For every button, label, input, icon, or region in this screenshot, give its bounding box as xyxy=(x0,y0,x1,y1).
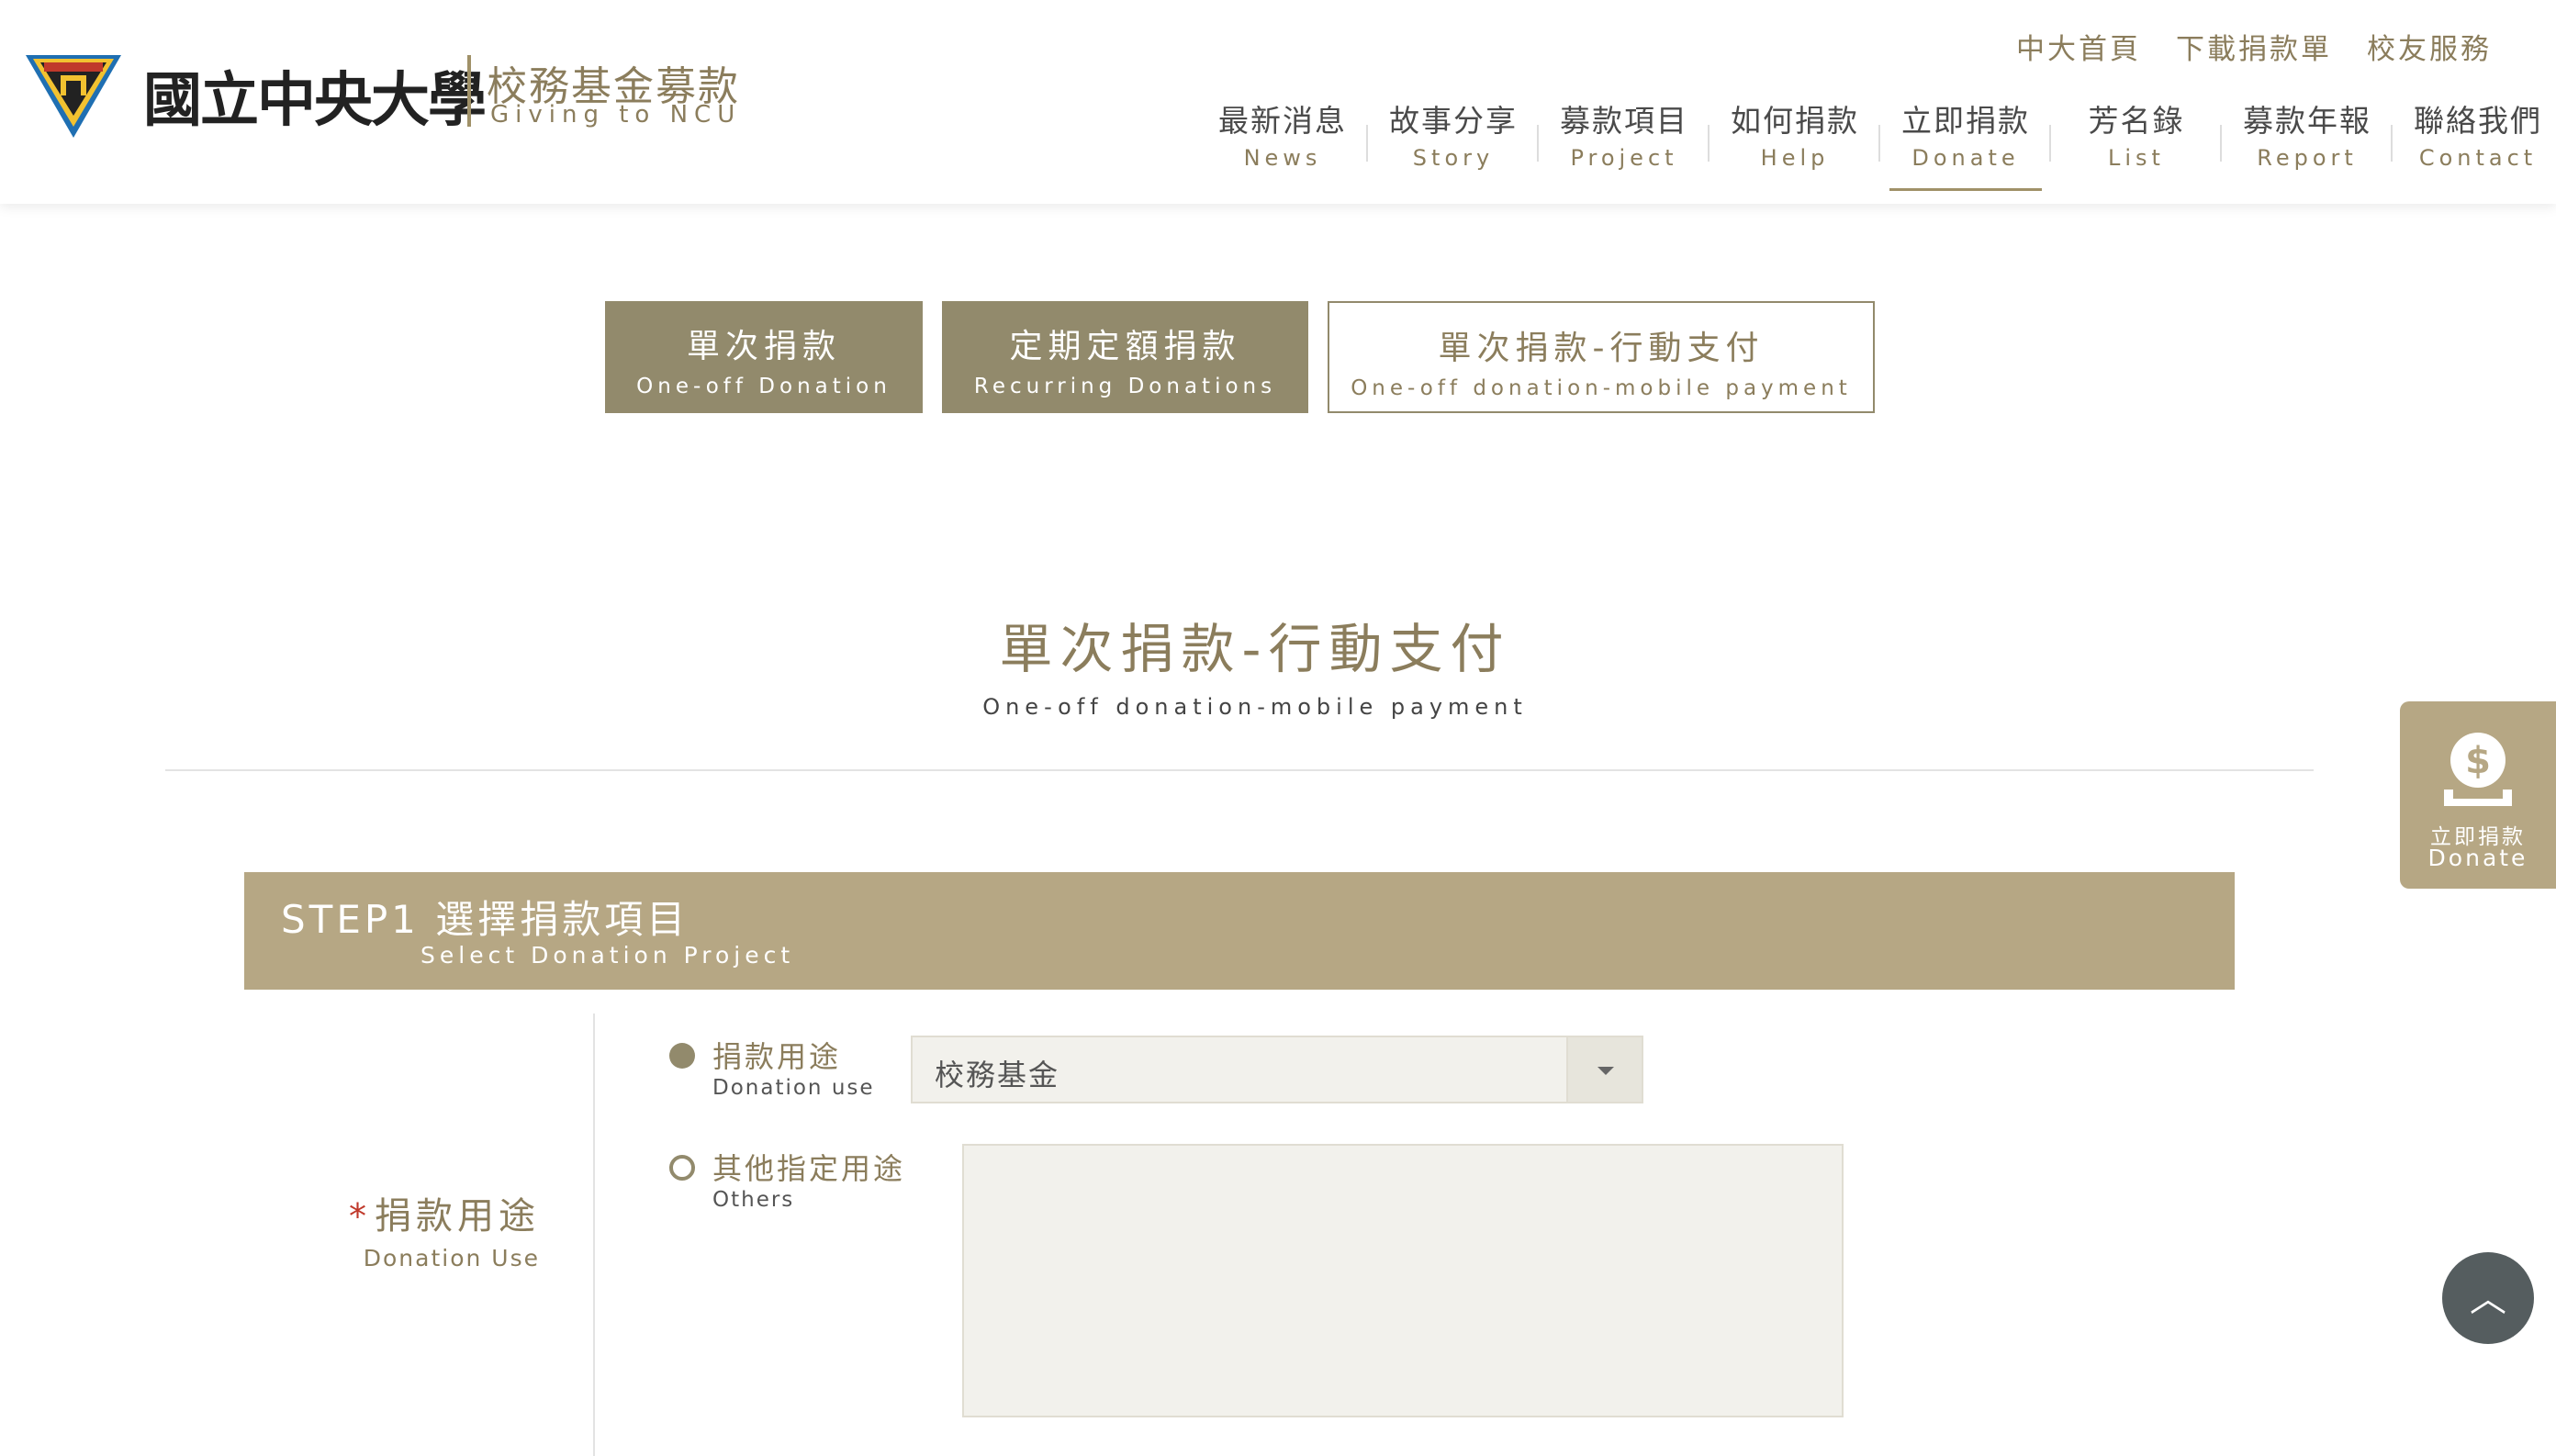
nav-label-cn: 芳名錄 xyxy=(2088,103,2185,139)
tab-label-cn: 定期定額捐款 xyxy=(1009,328,1241,365)
step1-header: STEP1 選擇捐款項目 Select Donation Project xyxy=(244,872,2235,990)
nav-item-donate[interactable]: 立即捐款 Donate xyxy=(1880,97,2051,191)
page-title-en: One-off donation-mobile payment xyxy=(982,694,1528,720)
tab-one-off-donation[interactable]: 單次捐款 One-off Donation xyxy=(605,301,923,413)
donation-type-tabs: 單次捐款 One-off Donation 定期定額捐款 Recurring D… xyxy=(0,301,2556,413)
donation-use-label-cn: * 捐款用途 xyxy=(349,1186,540,1239)
option-others-en: Others xyxy=(712,1188,795,1212)
tab-label-cn: 單次捐款 xyxy=(686,328,841,365)
donation-use-select[interactable]: 校務基金 xyxy=(911,1036,1643,1103)
tab-mobile-payment[interactable]: 單次捐款-行動支付 One-off donation-mobile paymen… xyxy=(1328,301,1875,413)
nav-label-cn: 募款項目 xyxy=(1560,103,1688,139)
radio-donation-use[interactable] xyxy=(669,1043,695,1069)
main-nav: 最新消息 News 故事分享 Story 募款項目 Project 如何捐款 H… xyxy=(1197,97,2556,191)
nav-label-en: List xyxy=(2108,145,2165,171)
ncu-logo-icon[interactable] xyxy=(24,51,123,140)
nav-item-help[interactable]: 如何捐款 Help xyxy=(1710,97,1880,189)
floating-donate-label-en: Donate xyxy=(2427,845,2528,871)
nav-item-list[interactable]: 芳名錄 List xyxy=(2051,97,2222,189)
radio-others[interactable] xyxy=(669,1155,695,1181)
site-subtitle-en[interactable]: Giving to NCU xyxy=(490,101,741,129)
select-value: 校務基金 xyxy=(935,1058,1060,1092)
tab-label-en: One-off donation-mobile payment xyxy=(1351,376,1852,400)
top-link-home[interactable]: 中大首頁 xyxy=(2016,26,2141,67)
form-divider xyxy=(593,1014,595,1456)
option-others-cn[interactable]: 其他指定用途 xyxy=(712,1146,905,1188)
nav-label-en: Project xyxy=(1570,145,1678,171)
donation-use-label: * 捐款用途 Donation Use xyxy=(349,1186,540,1271)
step1-title-en: Select Donation Project xyxy=(420,942,795,969)
donation-use-label-en: Donation Use xyxy=(363,1245,540,1271)
nav-label-en: Contact xyxy=(2418,145,2538,171)
back-to-top-button[interactable]: ︿ xyxy=(2442,1252,2534,1344)
nav-item-news[interactable]: 最新消息 News xyxy=(1197,97,1368,189)
nav-label-en: Story xyxy=(1412,145,1495,171)
page-title: 單次捐款-行動支付 One-off donation-mobile paymen… xyxy=(0,606,2556,720)
money-bag-icon: $ xyxy=(2444,733,2512,806)
chevron-up-icon: ︿ xyxy=(2470,1278,2506,1320)
donation-use-label-text: 捐款用途 xyxy=(375,1195,540,1238)
floating-donate-button[interactable]: $ 立即捐款 Donate xyxy=(2400,701,2556,889)
chevron-down-icon[interactable] xyxy=(1566,1037,1642,1102)
nav-item-story[interactable]: 故事分享 Story xyxy=(1368,97,1539,189)
option-donation-use-en: Donation use xyxy=(712,1076,875,1100)
nav-label-en: Help xyxy=(1760,145,1830,171)
required-star: * xyxy=(349,1196,371,1237)
nav-label-cn: 如何捐款 xyxy=(1731,103,1859,139)
svg-text:$: $ xyxy=(2465,740,2491,782)
nav-label-en: News xyxy=(1243,145,1322,171)
site-header: 國立中央大學 校務基金募款 Giving to NCU 中大首頁 下載捐款單 校… xyxy=(0,0,2556,204)
nav-label-en: Report xyxy=(2257,145,2358,171)
nav-label-cn: 最新消息 xyxy=(1218,103,1347,139)
tab-label-en: Recurring Donations xyxy=(973,375,1277,398)
nav-label-cn: 故事分享 xyxy=(1389,103,1518,139)
tab-label-en: One-off Donation xyxy=(636,375,891,398)
others-textarea[interactable] xyxy=(962,1144,1844,1417)
top-links: 中大首頁 下載捐款單 校友服務 xyxy=(2016,26,2492,67)
section-divider xyxy=(165,769,2314,771)
step1-title-cn: STEP1 選擇捐款項目 xyxy=(281,897,689,942)
nav-label-cn: 聯絡我們 xyxy=(2414,103,2542,139)
nav-label-cn: 立即捐款 xyxy=(1901,103,2030,139)
nav-item-contact[interactable]: 聯絡我們 Contact xyxy=(2393,97,2556,189)
top-link-alumni[interactable]: 校友服務 xyxy=(2367,26,2492,67)
tab-recurring-donations[interactable]: 定期定額捐款 Recurring Donations xyxy=(942,301,1308,413)
logo-divider xyxy=(467,55,471,127)
university-name[interactable]: 國立中央大學 xyxy=(143,53,487,138)
nav-label-cn: 募款年報 xyxy=(2243,103,2371,139)
nav-item-project[interactable]: 募款項目 Project xyxy=(1539,97,1710,189)
page-title-cn: 單次捐款-行動支付 xyxy=(999,618,1511,680)
option-donation-use-cn[interactable]: 捐款用途 xyxy=(712,1034,841,1076)
tab-label-cn: 單次捐款-行動支付 xyxy=(1438,330,1765,367)
nav-label-en: Donate xyxy=(1911,145,2020,171)
nav-item-report[interactable]: 募款年報 Report xyxy=(2222,97,2393,189)
top-link-download-form[interactable]: 下載捐款單 xyxy=(2176,26,2332,67)
